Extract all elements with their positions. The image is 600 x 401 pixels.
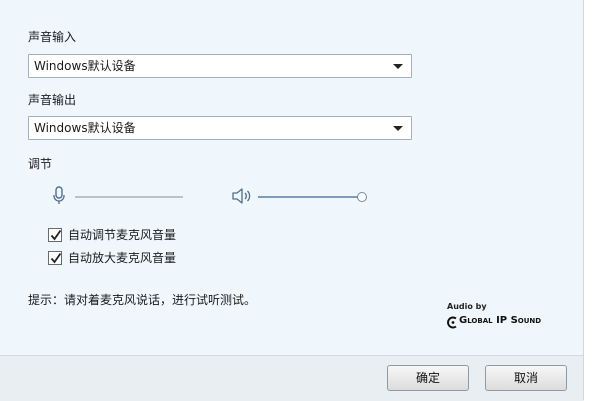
- auto-adjust-mic-label: 自动调节麦克风音量: [68, 228, 177, 242]
- speaker-volume-slider[interactable]: [258, 196, 358, 198]
- speaker-icon: [231, 186, 253, 210]
- auto-boost-mic-checkbox[interactable]: [48, 251, 62, 265]
- adjust-label: 调节: [28, 157, 53, 171]
- gips-logo-icon: [447, 314, 458, 333]
- sound-output-select[interactable]: Windows默认设备: [28, 116, 412, 140]
- auto-boost-mic-label: 自动放大麦克风音量: [68, 251, 177, 265]
- sound-output-value: Windows默认设备: [34, 121, 136, 135]
- window-edge: [584, 0, 600, 400]
- sound-input-value: Windows默认设备: [34, 59, 136, 73]
- sound-input-select[interactable]: Windows默认设备: [28, 54, 412, 78]
- checkmark-icon: [50, 252, 62, 264]
- brand-text: Global IP Sound: [459, 315, 542, 326]
- chevron-down-icon[interactable]: [393, 64, 403, 69]
- global-ip-sound-logo: Audio by Global IP Sound: [447, 302, 557, 332]
- audio-by-text: Audio by: [447, 302, 487, 311]
- cancel-button[interactable]: 取消: [485, 365, 567, 391]
- microphone-icon: [52, 186, 66, 210]
- auto-adjust-mic-checkbox[interactable]: [48, 228, 62, 242]
- checkmark-icon: [50, 229, 62, 241]
- hint-text: 提示：请对着麦克风说话，进行试听测试。: [28, 293, 257, 307]
- window-edge-line: [583, 0, 584, 400]
- audio-settings-dialog: 声音输入 Windows默认设备 声音输出 Windows默认设备 调节 自动调…: [0, 0, 600, 401]
- microphone-volume-slider[interactable]: [75, 196, 183, 198]
- chevron-down-icon[interactable]: [393, 126, 403, 131]
- sound-output-label: 声音输出: [28, 93, 77, 107]
- ok-button[interactable]: 确定: [387, 365, 469, 391]
- speaker-volume-thumb[interactable]: [357, 192, 367, 202]
- sound-input-label: 声音输入: [28, 30, 77, 44]
